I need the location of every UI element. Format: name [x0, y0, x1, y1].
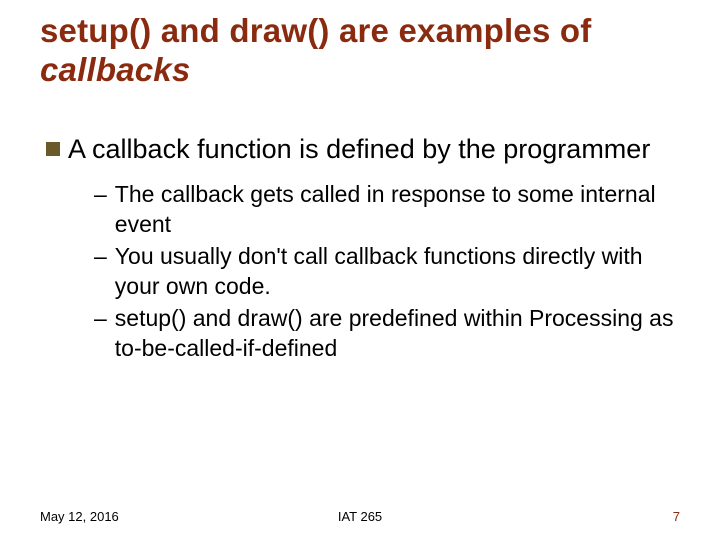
dash-icon: – [94, 242, 107, 272]
title-part1: setup() and draw() are examples of [40, 12, 591, 49]
sub-bullet-text: You usually don't call callback function… [115, 242, 680, 302]
bullet-text: A callback function is defined by the pr… [68, 132, 650, 167]
slide-footer: May 12, 2016 IAT 265 7 [40, 509, 680, 524]
sub-bullet: – The callback gets called in response t… [94, 180, 680, 240]
sub-bullets: – The callback gets called in response t… [46, 180, 680, 363]
dash-icon: – [94, 180, 107, 210]
sub-bullet-text: setup() and draw() are predefined within… [115, 304, 680, 364]
sub-bullet: – setup() and draw() are predefined with… [94, 304, 680, 364]
slide-title: setup() and draw() are examples of callb… [40, 12, 680, 90]
slide-body: A callback function is defined by the pr… [40, 132, 680, 364]
bullet-level1: A callback function is defined by the pr… [46, 132, 680, 167]
footer-date: May 12, 2016 [40, 509, 119, 524]
square-bullet-icon [46, 142, 60, 156]
sub-bullet-text: The callback gets called in response to … [115, 180, 680, 240]
sub-bullet: – You usually don't call callback functi… [94, 242, 680, 302]
slide: setup() and draw() are examples of callb… [0, 0, 720, 540]
title-emphasis: callbacks [40, 51, 190, 88]
footer-center: IAT 265 [338, 509, 382, 524]
dash-icon: – [94, 304, 107, 334]
footer-page-number: 7 [673, 509, 680, 524]
